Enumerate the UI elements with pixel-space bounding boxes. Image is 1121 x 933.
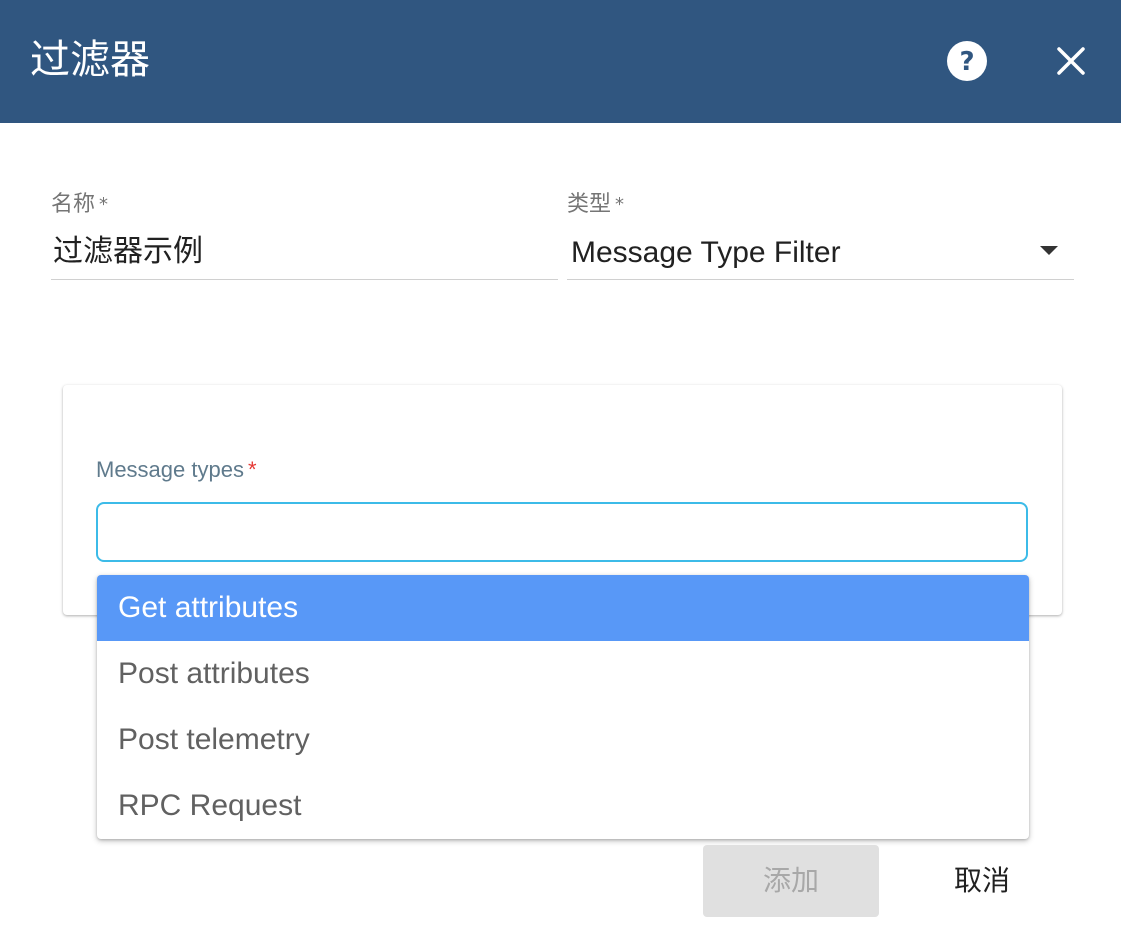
type-underline bbox=[567, 279, 1074, 280]
cancel-button[interactable]: 取消 bbox=[894, 845, 1070, 917]
message-types-options: Get attributes Post attributes Post tele… bbox=[97, 575, 1029, 839]
option-rpc-request[interactable]: RPC Request bbox=[97, 773, 1029, 839]
name-label: 名称 * bbox=[51, 192, 108, 218]
option-post-telemetry[interactable]: Post telemetry bbox=[97, 707, 1029, 773]
chevron-down-icon[interactable] bbox=[1040, 246, 1058, 255]
name-label-text: 名称 bbox=[51, 192, 96, 217]
close-icon bbox=[1057, 47, 1085, 75]
help-circle-icon: ? bbox=[947, 41, 987, 81]
dialog-header: 过滤器 ? bbox=[0, 0, 1121, 123]
type-label-text: 类型 bbox=[567, 192, 612, 217]
add-button[interactable]: 添加 bbox=[703, 845, 879, 917]
type-required-mark: * bbox=[615, 194, 625, 215]
close-button[interactable] bbox=[1050, 40, 1092, 82]
svg-text:?: ? bbox=[959, 47, 974, 77]
name-underline bbox=[51, 279, 558, 280]
message-types-required-mark: * bbox=[247, 457, 257, 482]
name-input[interactable]: 过滤器示例 bbox=[53, 230, 553, 274]
type-select[interactable]: Message Type Filter bbox=[571, 232, 841, 274]
message-types-label: Message types * bbox=[96, 456, 257, 484]
message-types-input[interactable] bbox=[96, 502, 1028, 562]
option-post-attributes[interactable]: Post attributes bbox=[97, 641, 1029, 707]
name-required-mark: * bbox=[99, 194, 109, 215]
help-button[interactable]: ? bbox=[946, 40, 988, 82]
dialog-title: 过滤器 bbox=[30, 37, 150, 83]
message-types-label-text: Message types bbox=[96, 457, 244, 482]
option-get-attributes[interactable]: Get attributes bbox=[97, 575, 1029, 641]
type-label: 类型 * bbox=[567, 192, 624, 218]
